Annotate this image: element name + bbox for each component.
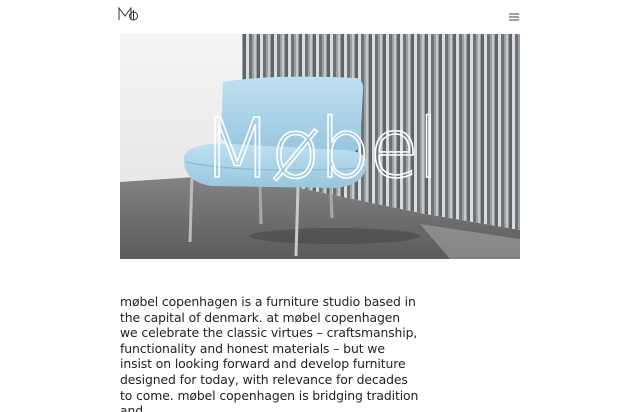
page: Møbel møbel copenhagen is a furniture st… bbox=[0, 0, 640, 412]
hamburger-menu-icon[interactable] bbox=[507, 8, 521, 21]
intro-paragraph: møbel copenhagen is a furniture studio b… bbox=[120, 294, 419, 412]
hero-image: Møbel bbox=[120, 34, 520, 259]
mobel-logo-icon[interactable] bbox=[118, 5, 140, 23]
hero-title: Møbel bbox=[202, 102, 438, 197]
